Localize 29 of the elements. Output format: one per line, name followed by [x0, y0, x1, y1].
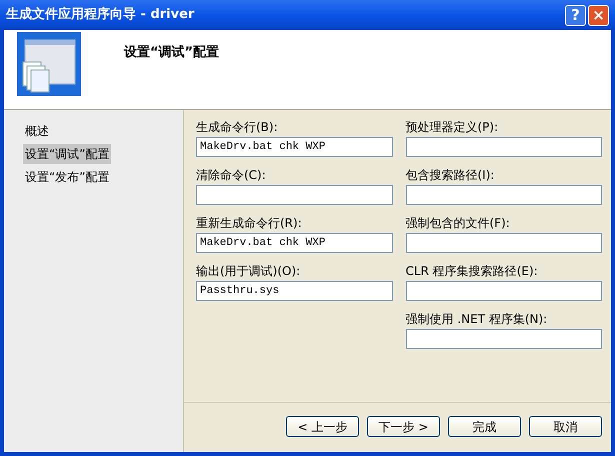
input-field[interactable] — [406, 137, 602, 157]
wizard-button[interactable]: < 上一步 — [286, 416, 359, 437]
input-field[interactable] — [406, 233, 602, 253]
page-title: 设置“调试”配置 — [124, 44, 220, 62]
field-label: 强制包含的文件(F): — [406, 216, 511, 230]
input-field[interactable]: MakeDrv.bat chk WXP — [196, 233, 392, 253]
sidebar-item[interactable]: 设置“调试”配置 — [23, 144, 112, 164]
wizard-button[interactable]: 完成 — [448, 416, 521, 437]
field-label: 包含搜索路径(I): — [406, 168, 496, 182]
input-field[interactable]: MakeDrv.bat chk WXP — [196, 137, 392, 157]
wizard-button[interactable]: 取消 — [529, 416, 602, 437]
input-field[interactable] — [406, 185, 602, 205]
sidebar-item[interactable]: 设置“发布”配置 — [23, 167, 112, 187]
input-field[interactable] — [196, 185, 392, 205]
input-field[interactable] — [406, 329, 602, 349]
field-label: CLR 程序集搜索路径(E): — [406, 264, 539, 278]
input-field[interactable]: Passthru.sys — [196, 281, 392, 301]
input-field[interactable] — [406, 281, 602, 301]
field-label: 输出(用于调试)(O): — [196, 264, 302, 278]
close-button[interactable]: × — [588, 4, 609, 26]
field-label: 强制使用 .NET 程序集(N): — [406, 312, 548, 326]
wizard-button[interactable]: 下一步 > — [367, 416, 440, 437]
field-label: 重新生成命令行(R): — [196, 216, 303, 230]
sidebar-item[interactable]: 概述 — [23, 121, 51, 141]
window-title: 生成文件应用程序向导 - driver — [6, 6, 196, 24]
help-button[interactable]: ? — [565, 4, 586, 26]
field-label: 生成命令行(B): — [196, 120, 279, 134]
field-label: 预处理器定义(P): — [406, 120, 500, 134]
field-label: 清除命令(C): — [196, 168, 267, 182]
